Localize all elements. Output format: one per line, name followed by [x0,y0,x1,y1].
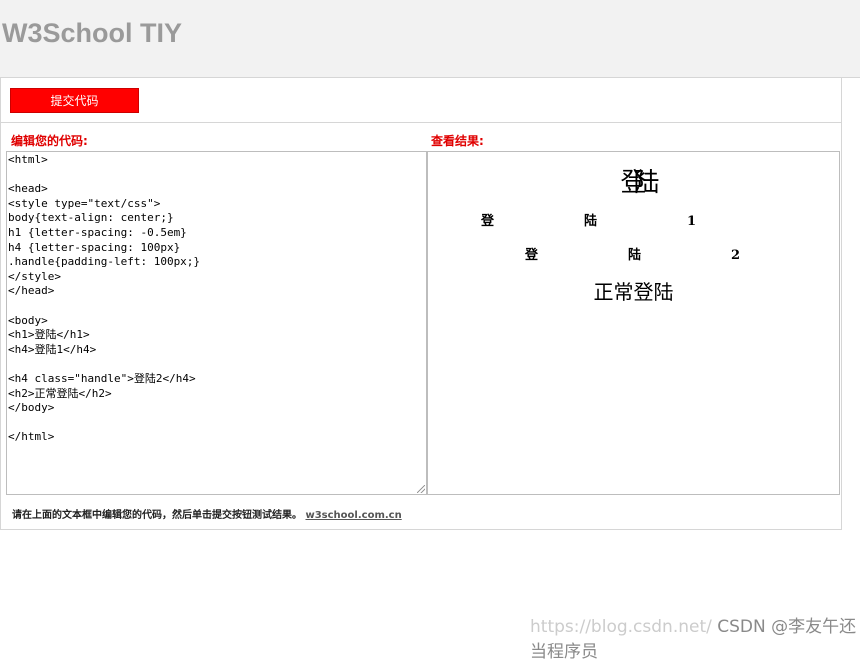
header: W3School TIY [0,0,860,78]
footer-note-text: 请在上面的文本框中编辑您的代码，然后单击提交按钮测试结果。 [12,510,302,521]
result-h4-first: 登陆1 [480,214,787,229]
view-result-label: 查看结果: [431,134,484,148]
code-editor[interactable]: <html> <head> <style type="text/css"> bo… [6,151,427,495]
watermark-url: https://blog.csdn.net/ [530,617,712,637]
resize-grip-icon[interactable] [417,485,425,493]
result-h2: 正常登陆 [593,280,674,304]
submit-code-button[interactable]: 提交代码 [10,88,139,113]
edit-code-label: 编辑您的代码: [11,134,88,148]
result-h1: 登陆 [620,168,659,198]
result-pane: 登陆 登陆1 登陆2 正常登陆 [427,151,840,495]
code-text[interactable]: <html> <head> <style type="text/css"> bo… [7,152,426,446]
footer-note: 请在上面的文本框中编辑您的代码，然后单击提交按钮测试结果。 w3school.c… [12,506,402,521]
site-logo: W3School TIY [2,18,183,48]
watermark: https://blog.csdn.net/ CSDN @李友午还当程序员 [530,612,860,662]
tiy-frame: 提交代码 编辑您的代码: 查看结果: <html> <head> <style … [0,78,842,530]
toolbar: 提交代码 [1,78,841,123]
w3school-link[interactable]: w3school.com.cn [305,510,401,521]
result-h4-handle: 登陆2 [524,248,831,263]
